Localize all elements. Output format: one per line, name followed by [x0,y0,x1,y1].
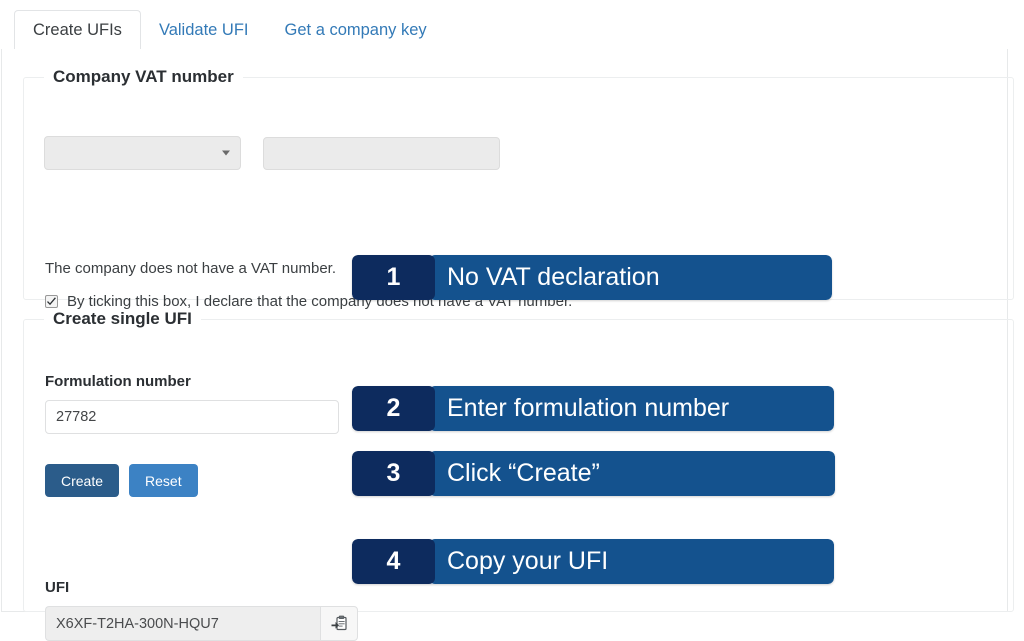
annotation-number-1: 1 [352,255,435,300]
annotation-banner-1: 1 No VAT declaration [352,255,832,300]
ufi-output-group [45,606,358,641]
tab-validate-ufi[interactable]: Validate UFI [141,11,267,50]
annotation-text-4: Copy your UFI [429,539,834,584]
tab-bar: Create UFIs Validate UFI Get a company k… [1,8,1008,50]
formulation-number-input[interactable] [45,400,339,434]
annotation-banner-4: 4 Copy your UFI [352,539,834,584]
annotation-number-3: 3 [352,451,435,496]
create-single-ufi-legend: Create single UFI [53,309,192,328]
ufi-generator-page: Create UFIs Validate UFI Get a company k… [0,0,1024,641]
chevron-down-icon [222,150,230,156]
no-vat-status-text: The company does not have a VAT number. [45,260,337,277]
vat-number-input[interactable] [263,136,500,170]
annotation-text-1: No VAT declaration [429,255,832,300]
copy-ufi-button[interactable] [320,606,358,641]
annotation-banner-2: 2 Enter formulation number [352,386,834,431]
create-button[interactable]: Create [45,464,120,497]
action-buttons-row: Create Reset [45,464,198,497]
annotation-banner-3: 3 Click “Create” [352,451,835,496]
checkmark-icon [47,297,56,306]
company-vat-number-legend: Company VAT number [53,67,234,86]
vat-country-select[interactable] [44,136,241,170]
ufi-output-input[interactable] [45,606,320,641]
tab-validate-ufi-label: Validate UFI [158,20,249,39]
no-vat-declaration-checkbox[interactable] [45,295,58,308]
ufi-label: UFI [45,579,70,596]
vat-inputs-row [44,136,500,170]
tab-get-company-key-label: Get a company key [284,20,427,39]
annotation-number-4: 4 [352,539,435,584]
tab-get-company-key[interactable]: Get a company key [267,11,445,50]
annotation-number-2: 2 [352,386,435,431]
clipboard-copy-icon [331,615,347,631]
tab-content-panel: Company VAT number The company does not … [1,49,1014,641]
reset-button[interactable]: Reset [129,464,198,497]
tab-create-ufis-label: Create UFIs [33,20,122,39]
formulation-number-label: Formulation number [45,373,191,390]
annotation-text-2: Enter formulation number [429,386,834,431]
annotation-text-3: Click “Create” [429,451,835,496]
tab-create-ufis[interactable]: Create UFIs [14,9,141,50]
